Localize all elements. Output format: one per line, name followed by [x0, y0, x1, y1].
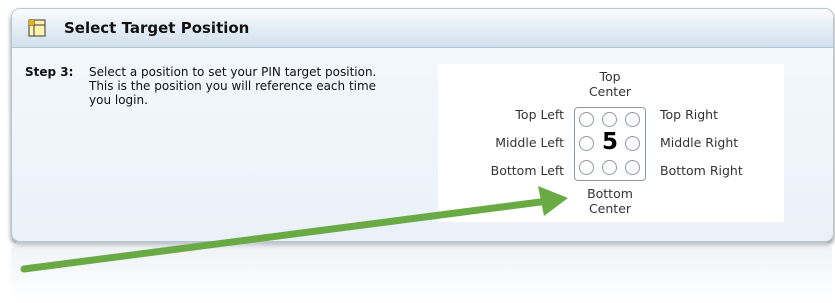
- annotation-arrow-head: [538, 186, 568, 216]
- annotation-arrow: [20, 186, 568, 273]
- annotation-arrow-shaft: [20, 197, 552, 273]
